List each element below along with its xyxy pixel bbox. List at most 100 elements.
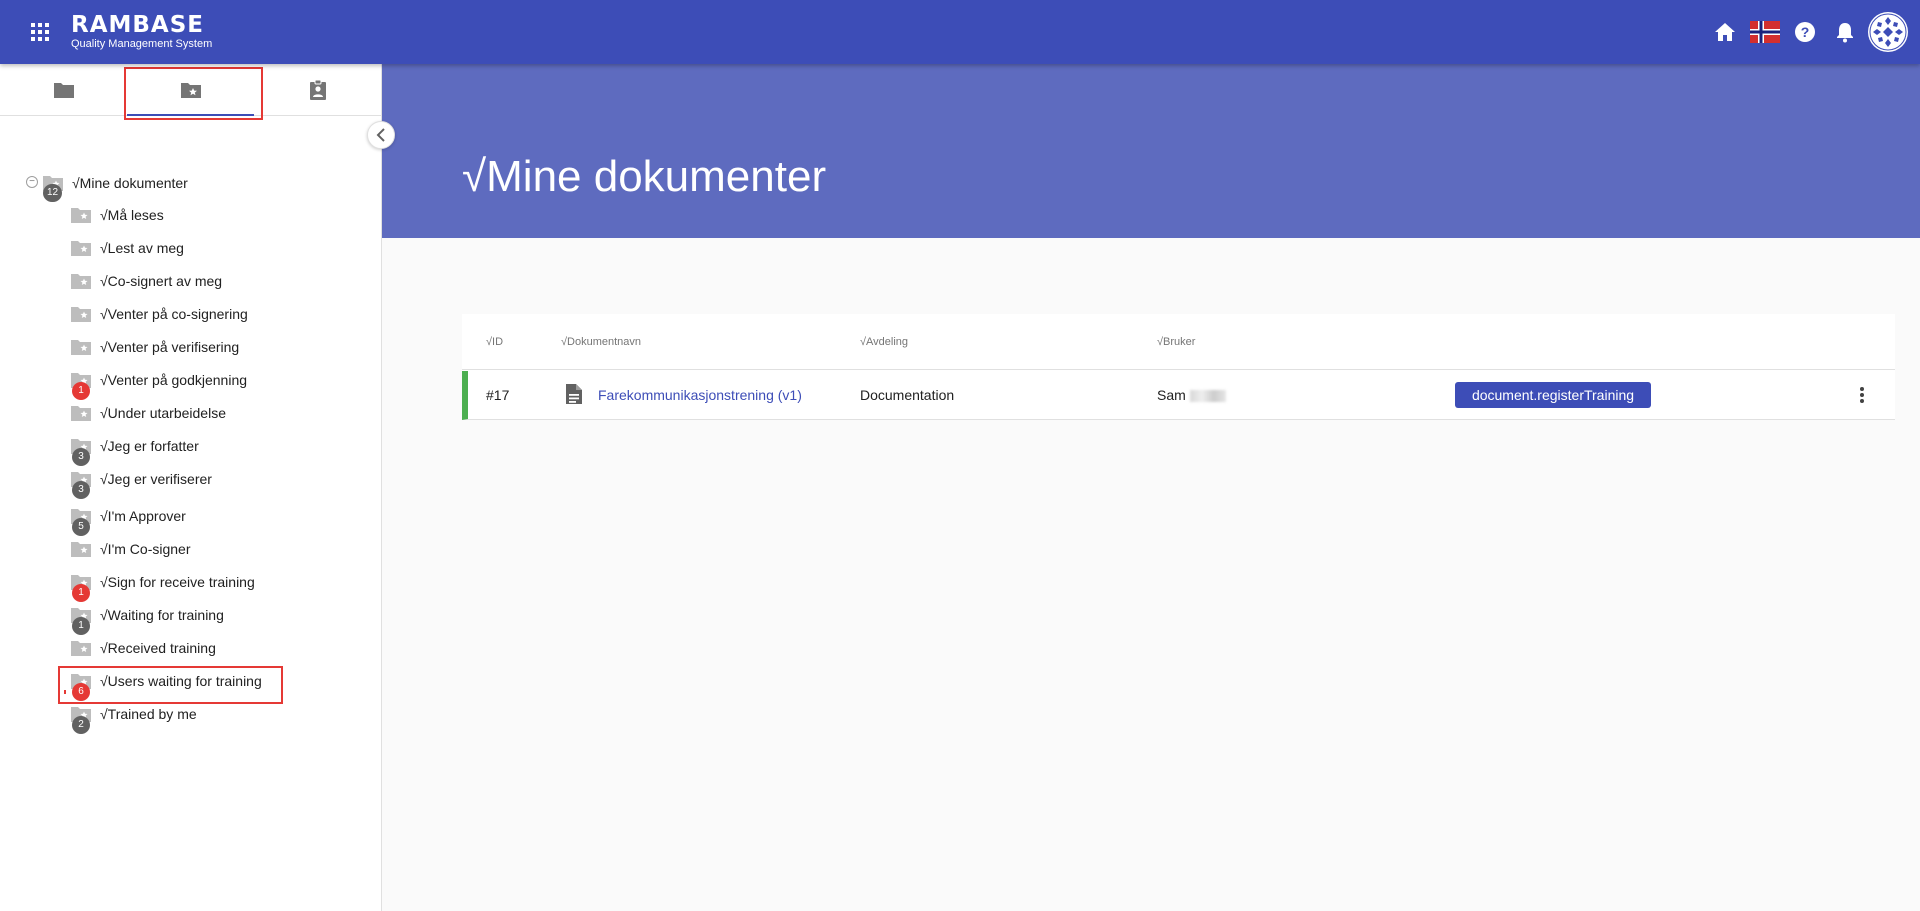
sidebar-item-received-training[interactable]: √Received training — [70, 635, 216, 661]
sidebar-item-venter-pa-godkjenning[interactable]: 1 √Venter på godkjenning — [70, 367, 248, 400]
bell-icon[interactable] — [1826, 12, 1864, 52]
starred-folder-icon: 2 — [70, 706, 92, 734]
sidebar-item-venter-pa-co-signering[interactable]: √Venter på co-signering — [70, 301, 248, 327]
sidebar-item-sign-for-receive-training[interactable]: 1 √Sign for receive training — [70, 569, 255, 602]
document-link[interactable]: Farekommunikasjonstrening (v1) — [598, 387, 802, 403]
sidebar: − 12 √Mine dokumenter √Må leses √Lest av… — [0, 64, 382, 911]
column-header-user[interactable]: √Bruker — [1157, 336, 1195, 348]
count-badge: 1 — [72, 583, 90, 602]
sidebar-item-label: √Under utarbeidelse — [100, 405, 226, 421]
sidebar-item-label: √Venter på verifisering — [100, 339, 240, 355]
sidebar-item-label: √Må leses — [100, 207, 164, 223]
collapse-sidebar-button[interactable] — [367, 121, 395, 149]
starred-folder-icon — [70, 339, 92, 356]
document-icon — [565, 383, 583, 410]
tab-all-documents[interactable] — [0, 64, 127, 116]
tab-assignments[interactable] — [254, 64, 381, 116]
column-header-id[interactable]: √ID — [486, 336, 503, 348]
sidebar-item-label: √Lest av meg — [100, 240, 184, 256]
sidebar-item-label: √Co-signert av meg — [100, 273, 223, 289]
brand-subtitle: Quality Management System — [71, 38, 213, 50]
count-badge: 1 — [72, 616, 90, 635]
page-title: √Mine dokumenter — [462, 152, 827, 201]
norway-flag-icon[interactable] — [1746, 12, 1784, 52]
starred-folder-icon — [70, 541, 92, 558]
brand-logo[interactable]: RAMBASE Quality Management System — [71, 14, 212, 50]
count-badge: 1 — [72, 381, 90, 400]
row-department: Documentation — [860, 387, 955, 403]
sidebar-item-im-co-signer[interactable]: √I'm Co-signer — [70, 536, 191, 562]
table-row[interactable]: #17 Farekommunikasjonstrening (v1) Docum… — [462, 371, 1895, 420]
starred-folder-icon — [70, 273, 92, 290]
sidebar-item-label: √Sign for receive training — [100, 574, 255, 590]
starred-folder-icon: 1 — [70, 574, 92, 602]
count-badge: 2 — [72, 715, 90, 734]
documents-table: √ID √Dokumentnavn √Avdeling √Bruker #17 … — [462, 314, 1895, 420]
brand-name: RAMBASE — [71, 12, 205, 38]
sidebar-tabs — [0, 64, 381, 120]
sidebar-item-label: √Jeg er forfatter — [100, 438, 199, 454]
sidebar-item-jeg-er-forfatter[interactable]: 3 √Jeg er forfatter — [70, 433, 199, 466]
home-icon[interactable] — [1706, 12, 1744, 52]
starred-folder-icon: 3 — [70, 471, 92, 499]
apps-icon[interactable] — [20, 12, 60, 52]
count-badge: 3 — [72, 480, 90, 499]
starred-folder-icon — [70, 240, 92, 257]
sidebar-item-label: √Jeg er verifiserer — [100, 471, 212, 487]
svg-text:?: ? — [1801, 24, 1810, 40]
sidebar-item-users-waiting-for-training[interactable]: 6 √Users waiting for training — [70, 668, 262, 701]
tree-root-label: √Mine dokumenter — [72, 175, 188, 191]
sidebar-item-jeg-er-verifiserer[interactable]: 3 √Jeg er verifiserer — [70, 466, 212, 499]
sidebar-item-ma-leses[interactable]: √Må leses — [70, 202, 164, 228]
starred-folder-icon: 1 — [70, 607, 92, 635]
count-badge: 5 — [72, 517, 90, 536]
sidebar-item-lest-av-meg[interactable]: √Lest av meg — [70, 235, 184, 261]
sidebar-item-label: √Received training — [100, 640, 216, 656]
sidebar-item-venter-pa-verifisering[interactable]: √Venter på verifisering — [70, 334, 239, 360]
assignment-ind-icon — [309, 79, 326, 100]
starred-folder-icon: 6 — [70, 673, 92, 701]
redacted-text — [1189, 390, 1226, 403]
folder-icon — [53, 83, 74, 98]
starred-folder-icon: 1 — [70, 372, 92, 400]
row-user-name: Sam — [1157, 387, 1186, 403]
chevron-left-icon — [376, 128, 385, 142]
row-id: #17 — [486, 387, 510, 403]
help-icon[interactable]: ? — [1786, 12, 1824, 52]
count-badge: 3 — [72, 447, 90, 466]
starred-folder-icon — [70, 405, 92, 422]
starred-folder-icon — [70, 640, 92, 657]
top-app-bar: RAMBASE Quality Management System ? — [0, 0, 1920, 64]
sidebar-item-im-approver[interactable]: 5 √I'm Approver — [70, 503, 186, 536]
sidebar-item-label: √Users waiting for training — [100, 673, 262, 689]
starred-folder-icon — [70, 306, 92, 323]
avatar[interactable] — [1868, 12, 1908, 52]
sidebar-item-label: √Venter på godkjenning — [100, 372, 248, 388]
sidebar-item-co-signert-av-meg[interactable]: √Co-signert av meg — [70, 268, 222, 294]
starred-folder-icon — [70, 207, 92, 224]
tree-root-item[interactable]: 12 √Mine dokumenter — [42, 172, 188, 202]
top-actions: ? — [1704, 0, 1908, 64]
sidebar-item-label: √I'm Approver — [100, 508, 186, 524]
register-training-button[interactable]: document.registerTraining — [1455, 382, 1651, 408]
sidebar-item-label: √Trained by me — [100, 706, 197, 722]
starred-folder-icon: 3 — [70, 438, 92, 466]
starred-folder-icon: 5 — [70, 508, 92, 536]
sidebar-item-waiting-for-training[interactable]: 1 √Waiting for training — [70, 602, 224, 635]
more-vert-icon[interactable] — [1850, 383, 1874, 407]
collapse-tree-icon[interactable]: − — [26, 176, 38, 188]
starred-folder-icon — [180, 83, 201, 98]
sidebar-item-label: √Venter på co-signering — [100, 306, 248, 322]
highlight-marker — [64, 690, 66, 694]
sidebar-item-under-utarbeidelse[interactable]: √Under utarbeidelse — [70, 400, 226, 426]
sidebar-item-label: √I'm Co-signer — [100, 541, 191, 557]
count-badge: 6 — [72, 682, 90, 701]
count-badge: 12 — [43, 183, 63, 202]
table-header: √ID √Dokumentnavn √Avdeling √Bruker — [462, 314, 1895, 370]
column-header-name[interactable]: √Dokumentnavn — [561, 336, 641, 348]
sidebar-item-trained-by-me[interactable]: 2 √Trained by me — [70, 701, 197, 734]
sidebar-item-label: √Waiting for training — [100, 607, 224, 623]
row-user: Sam — [1157, 387, 1226, 403]
tab-my-documents[interactable] — [127, 64, 254, 116]
column-header-department[interactable]: √Avdeling — [860, 336, 908, 348]
